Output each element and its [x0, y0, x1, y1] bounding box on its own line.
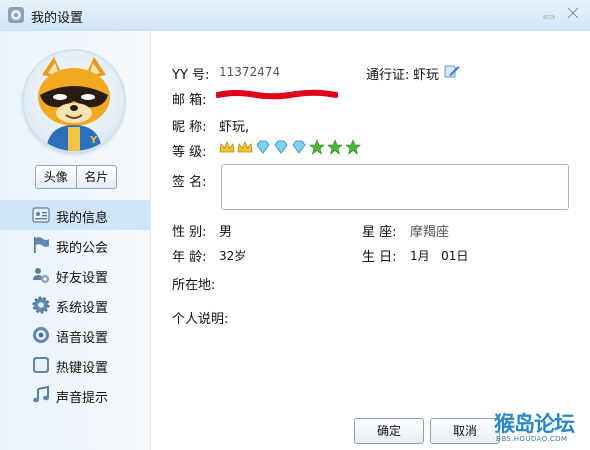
nav-item-label: 好友设置	[56, 271, 109, 286]
edit-pencil-icon[interactable]	[444, 63, 460, 79]
nav-item-sound-alerts[interactable]: 声音提示	[0, 380, 150, 410]
users-gear-icon	[33, 268, 49, 283]
raccoon-avatar-image: Y	[24, 51, 124, 151]
settings-gear-icon	[8, 7, 24, 23]
nav-item-hotkey-settings[interactable]: 热键设置	[0, 350, 150, 380]
diamond-icon	[292, 140, 306, 154]
watermark-sub-text: BBS.HOUDAO.COM	[496, 435, 568, 443]
nav-item-friend-settings[interactable]: 好友设置	[0, 260, 150, 290]
level-badges	[219, 139, 361, 155]
signature-input[interactable]	[221, 164, 569, 210]
watermark-main-text: 猴岛论坛	[494, 412, 575, 436]
left-panel: Y 头像 名片 我的信息 我的公会 好友设置 系统设置 语音设置 热键设置 声音…	[0, 31, 151, 450]
cancel-button[interactable]: 取消	[430, 418, 500, 444]
nav-item-my-info[interactable]: 我的信息	[0, 200, 150, 230]
nav-item-label: 我的信息	[56, 211, 109, 226]
nav-item-system-settings[interactable]: 系统设置	[0, 290, 150, 320]
nickname-value: 虾玩,	[219, 120, 250, 135]
passport-value: 虾玩	[413, 68, 440, 83]
avatar-card-tabs: 头像 名片	[35, 165, 117, 189]
birthday-value: 1月 01日	[410, 249, 469, 263]
ok-button[interactable]: 确定	[354, 418, 424, 444]
passport-label: 通行证:	[366, 68, 410, 83]
nav-item-voice-settings[interactable]: 语音设置	[0, 320, 150, 350]
age-label: 年 龄:	[172, 250, 207, 265]
age-value: 32岁	[219, 249, 247, 263]
nav-item-label: 语音设置	[56, 331, 109, 346]
close-icon	[566, 6, 580, 20]
yy-number-label: YY 号:	[172, 68, 210, 83]
crown-icon	[237, 140, 253, 153]
nav-item-label: 我的公会	[56, 241, 109, 256]
gender-value: 男	[219, 225, 233, 240]
settings-nav: 我的信息 我的公会 好友设置 系统设置 语音设置 热键设置 声音提示	[0, 200, 150, 410]
zodiac-label: 星 座:	[362, 225, 397, 240]
signature-label: 签 名:	[172, 175, 207, 190]
email-label: 邮 箱:	[172, 93, 207, 108]
music-note-icon	[33, 386, 49, 403]
green-star-icon	[309, 139, 325, 155]
minimize-icon	[543, 15, 555, 19]
nav-item-label: 热键设置	[56, 361, 109, 376]
close-button[interactable]	[562, 4, 584, 24]
gear-icon	[32, 296, 50, 314]
card-tab[interactable]: 名片	[75, 166, 117, 188]
bio-label: 个人说明:	[172, 312, 229, 327]
minimize-button[interactable]	[538, 4, 560, 24]
level-label: 等 级:	[172, 145, 207, 160]
diamond-icon	[274, 140, 288, 154]
email-redaction-mark	[216, 89, 338, 100]
crown-icon	[219, 140, 235, 153]
speaker-icon	[33, 327, 49, 343]
zodiac-value: 摩羯座	[410, 225, 450, 240]
yy-number-value: 11372474	[219, 65, 281, 79]
svg-text:Y: Y	[89, 135, 98, 146]
location-label: 所在地:	[172, 278, 216, 293]
forum-watermark: 猴岛论坛 BBS.HOUDAO.COM	[494, 408, 590, 450]
keyboard-icon	[33, 357, 49, 373]
title-bar[interactable]: 我的设置	[0, 0, 590, 31]
green-star-icon	[327, 139, 343, 155]
birthday-label: 生 日:	[362, 250, 397, 265]
green-star-icon	[345, 139, 361, 155]
gender-label: 性 别:	[172, 225, 207, 240]
nav-item-my-guild[interactable]: 我的公会	[0, 230, 150, 260]
avatar-tab[interactable]: 头像	[36, 166, 76, 188]
flag-icon	[34, 237, 49, 253]
window-title: 我的设置	[31, 11, 84, 26]
nickname-label: 昵 称:	[172, 120, 207, 135]
nav-item-label: 声音提示	[56, 391, 109, 406]
settings-window: 我的设置 Y 头像 名片 我的信息 我的公会 好友设置 系统设置 语音设置 热键…	[0, 0, 590, 450]
id-card-icon	[32, 207, 50, 223]
diamond-icon	[256, 140, 270, 154]
avatar[interactable]: Y	[24, 51, 124, 151]
nav-item-label: 系统设置	[56, 301, 109, 316]
